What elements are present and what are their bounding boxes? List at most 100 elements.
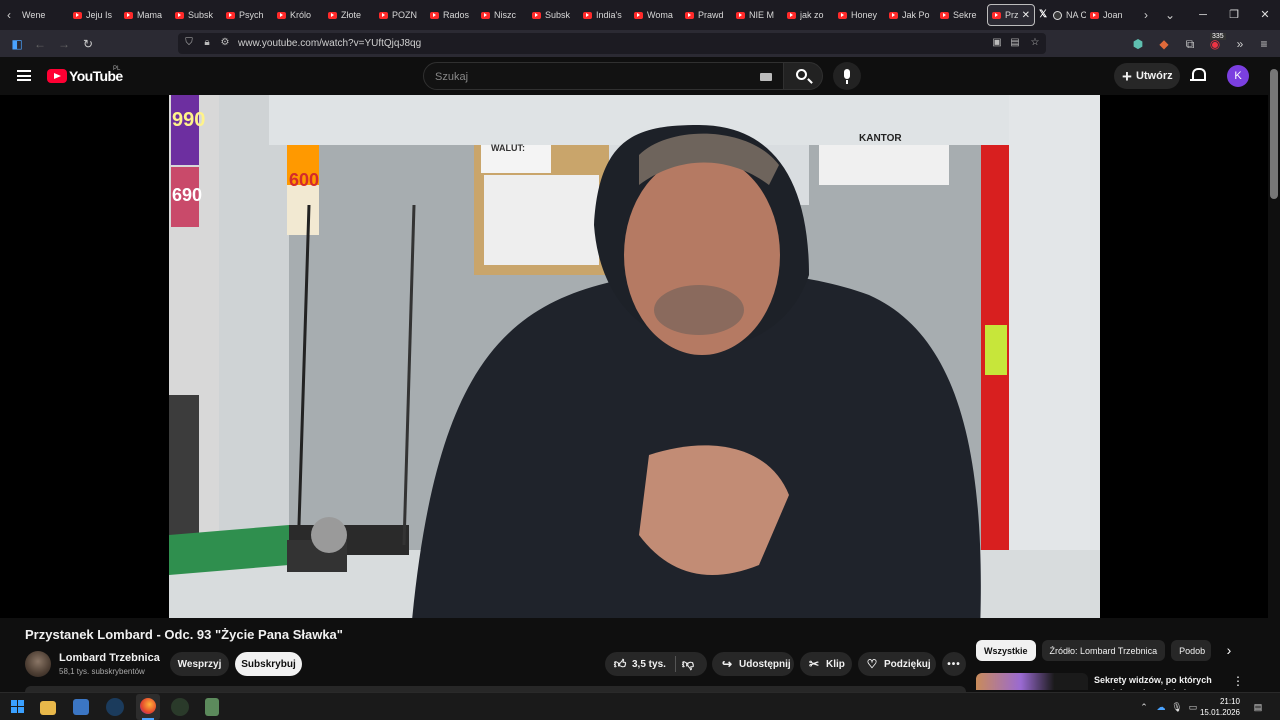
keyboard-icon[interactable] <box>760 73 772 81</box>
thanks-icon: ♡ <box>866 657 878 671</box>
tab-label: NA CZ <box>1066 10 1086 20</box>
notifications-bell-icon[interactable] <box>1190 67 1206 85</box>
page-scrollbar[interactable] <box>1268 57 1280 690</box>
account-avatar[interactable]: K <box>1227 65 1249 87</box>
app-monitor-icon[interactable] <box>73 699 89 715</box>
chips-next-icon[interactable]: › <box>1221 642 1237 658</box>
extensions-puzzle-icon[interactable]: ⧉ <box>1182 36 1198 52</box>
tray-mic-icon[interactable]: 🎙︎ <box>1171 701 1183 713</box>
tab-12[interactable]: India's <box>579 4 630 26</box>
video-frame[interactable]: 990 690 600 WALUT: KANTOR <box>169 95 1100 618</box>
tab-scroll-right-icon[interactable]: › <box>1137 8 1155 22</box>
search-button[interactable] <box>783 62 823 90</box>
like-button[interactable]: 👍︎ 3,5 tys. 👎︎ <box>605 652 707 676</box>
steam-icon[interactable] <box>106 698 124 716</box>
tab-label: Sekre <box>953 10 977 20</box>
share-button[interactable]: ↪ Udostępnij <box>712 652 794 676</box>
file-explorer-icon[interactable] <box>40 701 56 715</box>
tab-11[interactable]: Subsk <box>528 4 579 26</box>
chip-1[interactable]: Wszystkie <box>976 640 1036 661</box>
video-player[interactable]: 990 690 600 WALUT: KANTOR <box>0 95 1268 618</box>
tray-network-icon[interactable]: ▭ <box>1187 701 1199 713</box>
scissors-icon: ✂ <box>808 657 820 671</box>
taskbar-clock[interactable]: 21:10 15.01.2026 <box>1200 696 1240 718</box>
more-actions-button[interactable]: ••• <box>942 652 966 676</box>
scrollbar-thumb[interactable] <box>1270 69 1278 199</box>
tab-19[interactable]: Sekre <box>936 4 987 26</box>
thanks-button[interactable]: ♡ Podziękuj <box>858 652 936 676</box>
tab-14[interactable]: Prawd <box>681 4 732 26</box>
tab-3[interactable]: Mama <box>120 4 171 26</box>
permissions-icon[interactable]: ⚙ <box>218 36 232 50</box>
recommendation-title[interactable]: Sekrety widzów, po których musiałam się … <box>1094 674 1214 690</box>
tab-18[interactable]: Jak Po <box>885 4 936 26</box>
address-bar[interactable]: ⛉ 🔒︎ ⚙ www.youtube.com/watch?v=YUftQjqJ8… <box>178 33 1046 54</box>
clip-button[interactable]: ✂ Klip <box>800 652 852 676</box>
tab-list-chevron-icon[interactable]: ⌄ <box>1161 8 1179 22</box>
recommendation-thumbnail[interactable] <box>976 673 1088 690</box>
lock-icon[interactable]: 🔒︎ <box>200 36 214 50</box>
forward-icon[interactable]: → <box>56 36 72 52</box>
minimize-icon[interactable]: ─ <box>1188 0 1218 30</box>
start-windows-icon[interactable] <box>8 697 28 717</box>
extension-fox-icon[interactable]: ◆ <box>1156 36 1172 52</box>
notification-center-icon[interactable]: ▤ <box>1252 701 1264 713</box>
search-input[interactable]: Szukaj <box>423 62 784 90</box>
tracking-shield-icon[interactable]: ⛉ <box>182 36 196 50</box>
chip-3[interactable]: Podob <box>1171 640 1212 661</box>
bookmark-star-icon[interactable]: ☆ <box>1028 36 1042 50</box>
voice-search-button[interactable] <box>833 62 861 90</box>
create-label: Utwórz <box>1135 70 1173 82</box>
tab-7[interactable]: Złote <box>324 4 375 26</box>
tab-label: Subsk <box>545 10 571 20</box>
tab-label: Subsk <box>188 10 214 20</box>
tab-2[interactable]: Joan <box>1086 4 1137 26</box>
tab-5[interactable]: Psych <box>222 4 273 26</box>
tab-1[interactable]: Wene <box>18 4 69 26</box>
create-button[interactable]: + Utwórz <box>1114 63 1180 89</box>
youtube-logo[interactable]: YouTube PL <box>47 66 123 84</box>
tab-17[interactable]: Honey <box>834 4 885 26</box>
thumbs-down-icon[interactable]: 👎︎ <box>681 657 695 672</box>
sidebar-toggle-icon[interactable]: ◧ <box>9 36 25 52</box>
channel-name[interactable]: Lombard Trzebnica <box>59 652 160 664</box>
tab-6[interactable]: Królo <box>273 4 324 26</box>
join-button[interactable]: Wesprzyj <box>170 652 229 676</box>
scene-price-690: 690 <box>172 185 203 205</box>
calculator-icon[interactable] <box>205 698 219 716</box>
channel-avatar[interactable] <box>25 651 51 677</box>
back-icon[interactable]: ← <box>32 36 48 52</box>
picture-in-picture-icon[interactable]: ▣ <box>990 36 1004 50</box>
restore-icon[interactable]: ❐ <box>1219 0 1249 30</box>
chip-2[interactable]: Źródło: Lombard Trzebnica <box>1041 640 1166 661</box>
tab-1[interactable]: 𝕏 NA CZ <box>1035 4 1086 26</box>
subscribe-button[interactable]: Subskrybuj <box>235 652 302 676</box>
tab-close-icon[interactable]: ✕ <box>1022 10 1030 21</box>
tray-chevron-icon[interactable]: ⌃ <box>1138 701 1150 713</box>
app-bot-icon[interactable] <box>171 698 189 716</box>
tab-9[interactable]: Rados <box>426 4 477 26</box>
guide-menu-icon[interactable] <box>17 70 31 81</box>
recommendation-menu-icon[interactable]: ⋮ <box>1232 674 1244 688</box>
tab-2[interactable]: Jeju Is <box>69 4 120 26</box>
tab-15[interactable]: NIE M <box>732 4 783 26</box>
tab-10[interactable]: Niszc <box>477 4 528 26</box>
tray-cloud-icon[interactable]: ☁ <box>1155 701 1167 713</box>
overflow-menu-icon[interactable]: » <box>1232 36 1248 52</box>
tab-16[interactable]: jak zo <box>783 4 834 26</box>
close-window-icon[interactable]: ✕ <box>1250 0 1280 30</box>
tab-8[interactable]: POZN <box>375 4 426 26</box>
reader-view-icon[interactable]: ▤ <box>1008 36 1022 50</box>
share-icon: ↪ <box>721 657 733 671</box>
share-label: Udostępnij <box>739 658 791 670</box>
tab-4[interactable]: Subsk <box>171 4 222 26</box>
scene-price-990: 990 <box>172 109 206 131</box>
app-menu-icon[interactable]: ≡ <box>1256 36 1272 52</box>
tab-scroll-left-icon[interactable]: ‹ <box>0 8 18 22</box>
tab-13[interactable]: Woma <box>630 4 681 26</box>
reload-icon[interactable]: ↻ <box>80 36 96 52</box>
firefox-taskbar-button[interactable] <box>136 694 160 720</box>
extension-shield-icon[interactable]: ⬢ <box>1130 36 1146 52</box>
x-favicon-icon: 𝕏 <box>1039 9 1048 20</box>
tab-active[interactable]: Prz ✕ <box>987 4 1035 26</box>
